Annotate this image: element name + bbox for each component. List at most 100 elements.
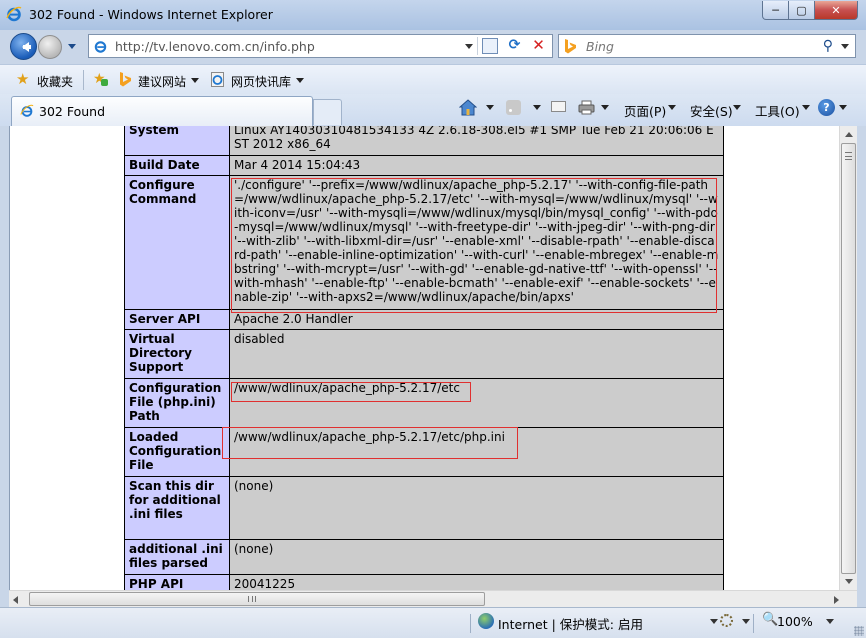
- phpinfo-row: Scan this dir for additional .ini files(…: [124, 476, 724, 540]
- status-separator: [753, 614, 754, 633]
- favorites-separator: [83, 70, 84, 90]
- phpinfo-key: Loaded Configuration File: [124, 427, 230, 477]
- zoom-magnifier-icon[interactable]: 🔍: [762, 612, 778, 627]
- window-controls: ─ ▢ ✕: [762, 1, 858, 20]
- search-box[interactable]: Bing ⚲: [558, 34, 856, 58]
- page-menu-dropdown-icon[interactable]: [668, 105, 676, 114]
- phpinfo-value: Apache 2.0 Handler: [229, 309, 724, 330]
- phpinfo-value: /www/wdlinux/apache_php-5.2.17/etc/php.i…: [229, 427, 724, 477]
- add-ons-dropdown-icon[interactable]: [742, 619, 750, 628]
- scroll-grip-icon: [845, 152, 852, 160]
- scroll-up-arrow-icon[interactable]: [840, 126, 857, 143]
- phpinfo-value: Mar 4 2014 15:04:43: [229, 155, 724, 176]
- tab-and-command-bar: 302 Found 页面(P) 安全(S) 工具(O) ?: [0, 94, 866, 126]
- minimize-button[interactable]: ─: [762, 1, 789, 20]
- phpinfo-key: additional .ini files parsed: [124, 539, 230, 575]
- phpinfo-value: (none): [229, 476, 724, 540]
- bing-icon: [120, 72, 131, 87]
- phpinfo-table: System Linux AY14030310481534133 4Z 2.6.1…: [124, 126, 724, 590]
- security-zone-status[interactable]: Internet | 保护模式: 启用: [498, 614, 643, 633]
- address-bar[interactable]: http://tv.lenovo.com.cn/info.php ⟳ ✕: [88, 34, 553, 58]
- favorites-bar: ★ 收藏夹 ★ 建议网站 网页快讯库: [0, 64, 866, 94]
- web-slice-icon: [211, 72, 224, 87]
- close-button[interactable]: ✕: [815, 1, 858, 20]
- phpinfo-row: Server API Apache 2.0 Handler: [124, 309, 724, 330]
- phpinfo-row: Virtual Directory Support disabled: [124, 329, 724, 379]
- horizontal-scrollbar[interactable]: [9, 590, 857, 607]
- search-options-dropdown-icon[interactable]: [841, 44, 849, 53]
- back-button[interactable]: [10, 33, 37, 60]
- phpinfo-row: Configure Command './configure' '--prefix…: [124, 175, 724, 310]
- phpinfo-value: Linux AY14030310481534133 4Z 2.6.18-308.…: [229, 126, 724, 156]
- address-dropdown-icon[interactable]: [465, 44, 473, 53]
- tab-ie-icon: [20, 104, 34, 117]
- add-to-favorites-bar-icon[interactable]: ★: [93, 72, 108, 87]
- safety-menu[interactable]: 安全(S): [690, 101, 733, 120]
- bing-icon: [565, 39, 576, 54]
- window-title: 302 Found - Windows Internet Explorer: [29, 7, 273, 22]
- internet-zone-globe-icon: [478, 613, 494, 629]
- horizontal-scroll-thumb[interactable]: [29, 592, 485, 606]
- stop-icon[interactable]: ✕: [530, 37, 547, 54]
- ie-logo-icon: [6, 6, 22, 22]
- tools-menu[interactable]: 工具(O): [755, 101, 800, 120]
- web-slice-gallery-dropdown-icon[interactable]: [296, 78, 304, 87]
- maximize-button[interactable]: ▢: [789, 1, 815, 20]
- suggested-sites-link[interactable]: 建议网站: [138, 73, 186, 90]
- phpinfo-key: Build Date: [124, 155, 230, 176]
- phpinfo-key: Configuration File (php.ini) Path: [124, 378, 230, 428]
- feeds-dropdown-icon[interactable]: [533, 105, 541, 114]
- address-url[interactable]: http://tv.lenovo.com.cn/info.php: [115, 39, 315, 54]
- phpinfo-key: Virtual Directory Support: [124, 329, 230, 379]
- phpinfo-row: additional .ini files parsed (none): [124, 539, 724, 575]
- add-ons-gear-icon[interactable]: [720, 614, 733, 627]
- phpinfo-value: 20041225: [229, 574, 724, 590]
- page-viewport[interactable]: System Linux AY14030310481534133 4Z 2.6.1…: [9, 126, 839, 590]
- favorites-button[interactable]: 收藏夹: [37, 73, 73, 90]
- zoom-level[interactable]: 100%: [777, 614, 813, 629]
- phpinfo-key: Configure Command: [124, 175, 230, 310]
- scroll-right-arrow-icon[interactable]: [834, 596, 839, 604]
- vertical-scroll-thumb[interactable]: [841, 143, 856, 574]
- web-slice-gallery-link[interactable]: 网页快讯库: [231, 73, 291, 90]
- safety-menu-dropdown-icon[interactable]: [733, 105, 741, 114]
- status-separator: [470, 614, 471, 633]
- zone-dropdown-icon[interactable]: [710, 619, 718, 628]
- address-separator: [477, 37, 478, 55]
- read-mail-icon[interactable]: [551, 101, 566, 112]
- title-bar[interactable]: 302 Found - Windows Internet Explorer ─ …: [0, 0, 866, 30]
- phpinfo-key: System: [124, 126, 230, 156]
- tab-label: 302 Found: [39, 104, 106, 119]
- scroll-left-arrow-icon[interactable]: [13, 596, 18, 604]
- tools-menu-dropdown-icon[interactable]: [802, 105, 810, 114]
- home-icon[interactable]: [459, 99, 477, 116]
- search-icon[interactable]: ⚲: [823, 38, 833, 54]
- phpinfo-row: Build Date Mar 4 2014 15:04:43: [124, 155, 724, 176]
- phpinfo-row: PHP API 20041225: [124, 574, 724, 590]
- print-dropdown-icon[interactable]: [601, 105, 609, 114]
- window-resize-grip-icon[interactable]: [854, 626, 864, 636]
- print-icon[interactable]: [578, 100, 595, 115]
- help-icon[interactable]: ?: [818, 99, 835, 116]
- phpinfo-key: Server API: [124, 309, 230, 330]
- page-menu[interactable]: 页面(P): [624, 101, 666, 120]
- forward-button[interactable]: [38, 35, 62, 59]
- feeds-icon[interactable]: [506, 100, 521, 115]
- refresh-icon[interactable]: ⟳: [506, 37, 523, 54]
- suggested-sites-dropdown-icon[interactable]: [191, 78, 199, 87]
- tab-302-found[interactable]: 302 Found: [11, 96, 313, 126]
- phpinfo-row: Loaded Configuration File/www/wdlinux/ap…: [124, 427, 724, 477]
- vertical-scrollbar[interactable]: [839, 126, 857, 590]
- page-ie-icon: [94, 41, 107, 53]
- favorites-star-icon[interactable]: ★: [16, 72, 29, 87]
- search-placeholder[interactable]: Bing: [586, 39, 614, 54]
- navigation-bar: http://tv.lenovo.com.cn/info.php ⟳ ✕ Bin…: [0, 30, 866, 64]
- home-dropdown-icon[interactable]: [486, 105, 494, 114]
- phpinfo-row: System Linux AY14030310481534133 4Z 2.6.1…: [124, 126, 724, 156]
- scroll-down-arrow-icon[interactable]: [840, 573, 857, 590]
- compatibility-view-icon[interactable]: [482, 38, 498, 54]
- new-tab-button[interactable]: [313, 99, 342, 125]
- recent-pages-dropdown-icon[interactable]: [68, 44, 76, 53]
- help-dropdown-icon[interactable]: [839, 105, 847, 114]
- zoom-dropdown-icon[interactable]: [826, 619, 834, 628]
